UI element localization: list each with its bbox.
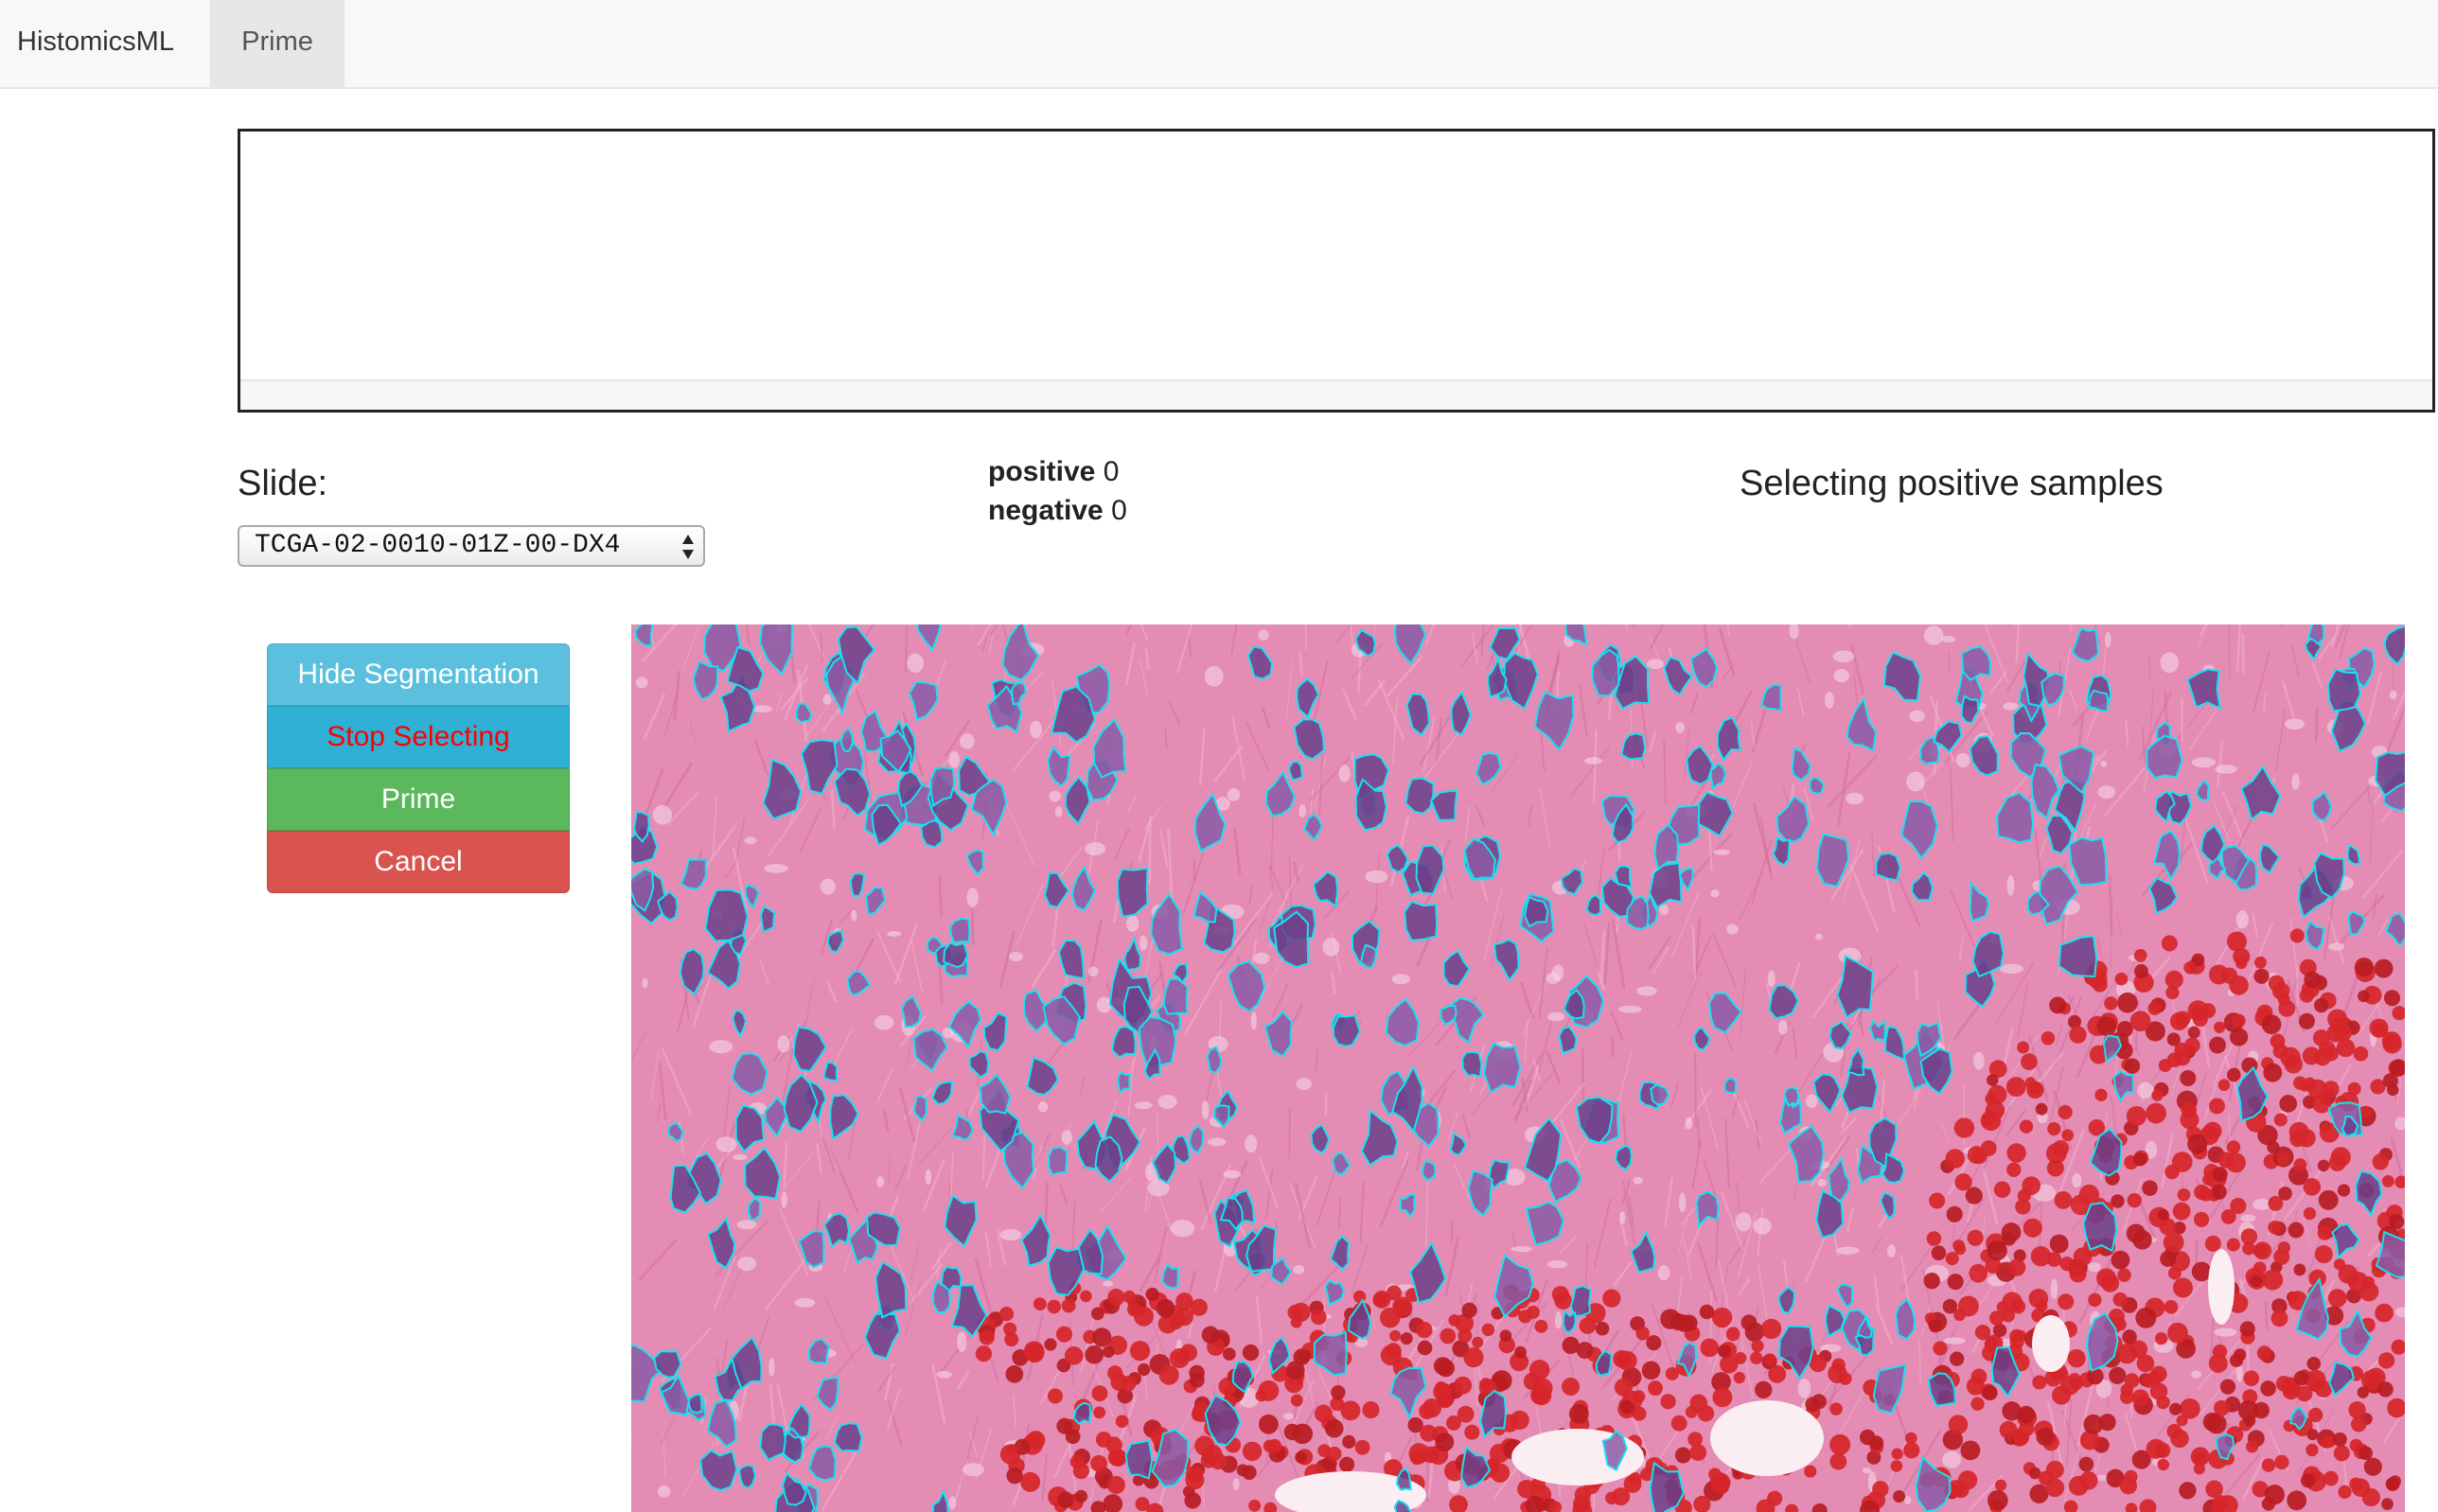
slide-select-value: TCGA-02-0010-01Z-00-DX4: [255, 531, 621, 560]
selection-status: Selecting positive samples: [1740, 464, 2164, 503]
positive-value: 0: [1103, 456, 1120, 487]
sample-counts: positive 0 negative 0: [988, 452, 1127, 530]
positive-label: positive: [988, 456, 1096, 487]
tissue-image[interactable]: [631, 624, 2405, 1512]
slide-label: Slide:: [238, 464, 328, 503]
negative-count: negative 0: [988, 491, 1127, 530]
slide-image-viewer[interactable]: [631, 624, 2405, 1512]
stop-selecting-button[interactable]: Stop Selecting: [267, 706, 570, 768]
positive-count: positive 0: [988, 452, 1127, 491]
nav-brand[interactable]: HistomicsML: [0, 0, 201, 87]
log-panel: [238, 129, 2435, 413]
select-arrows-icon: [682, 535, 694, 559]
action-button-group: Hide Segmentation Stop Selecting Prime C…: [267, 643, 570, 893]
tab-prime[interactable]: Prime: [210, 0, 344, 87]
navbar: HistomicsML Prime: [0, 0, 2438, 89]
prime-button[interactable]: Prime: [267, 768, 570, 831]
negative-label: negative: [988, 495, 1104, 526]
negative-value: 0: [1111, 495, 1127, 526]
horizontal-scrollbar[interactable]: [240, 379, 2432, 410]
cancel-button[interactable]: Cancel: [267, 831, 570, 893]
slide-select[interactable]: TCGA-02-0010-01Z-00-DX4: [238, 525, 705, 567]
hide-segmentation-button[interactable]: Hide Segmentation: [267, 643, 570, 706]
